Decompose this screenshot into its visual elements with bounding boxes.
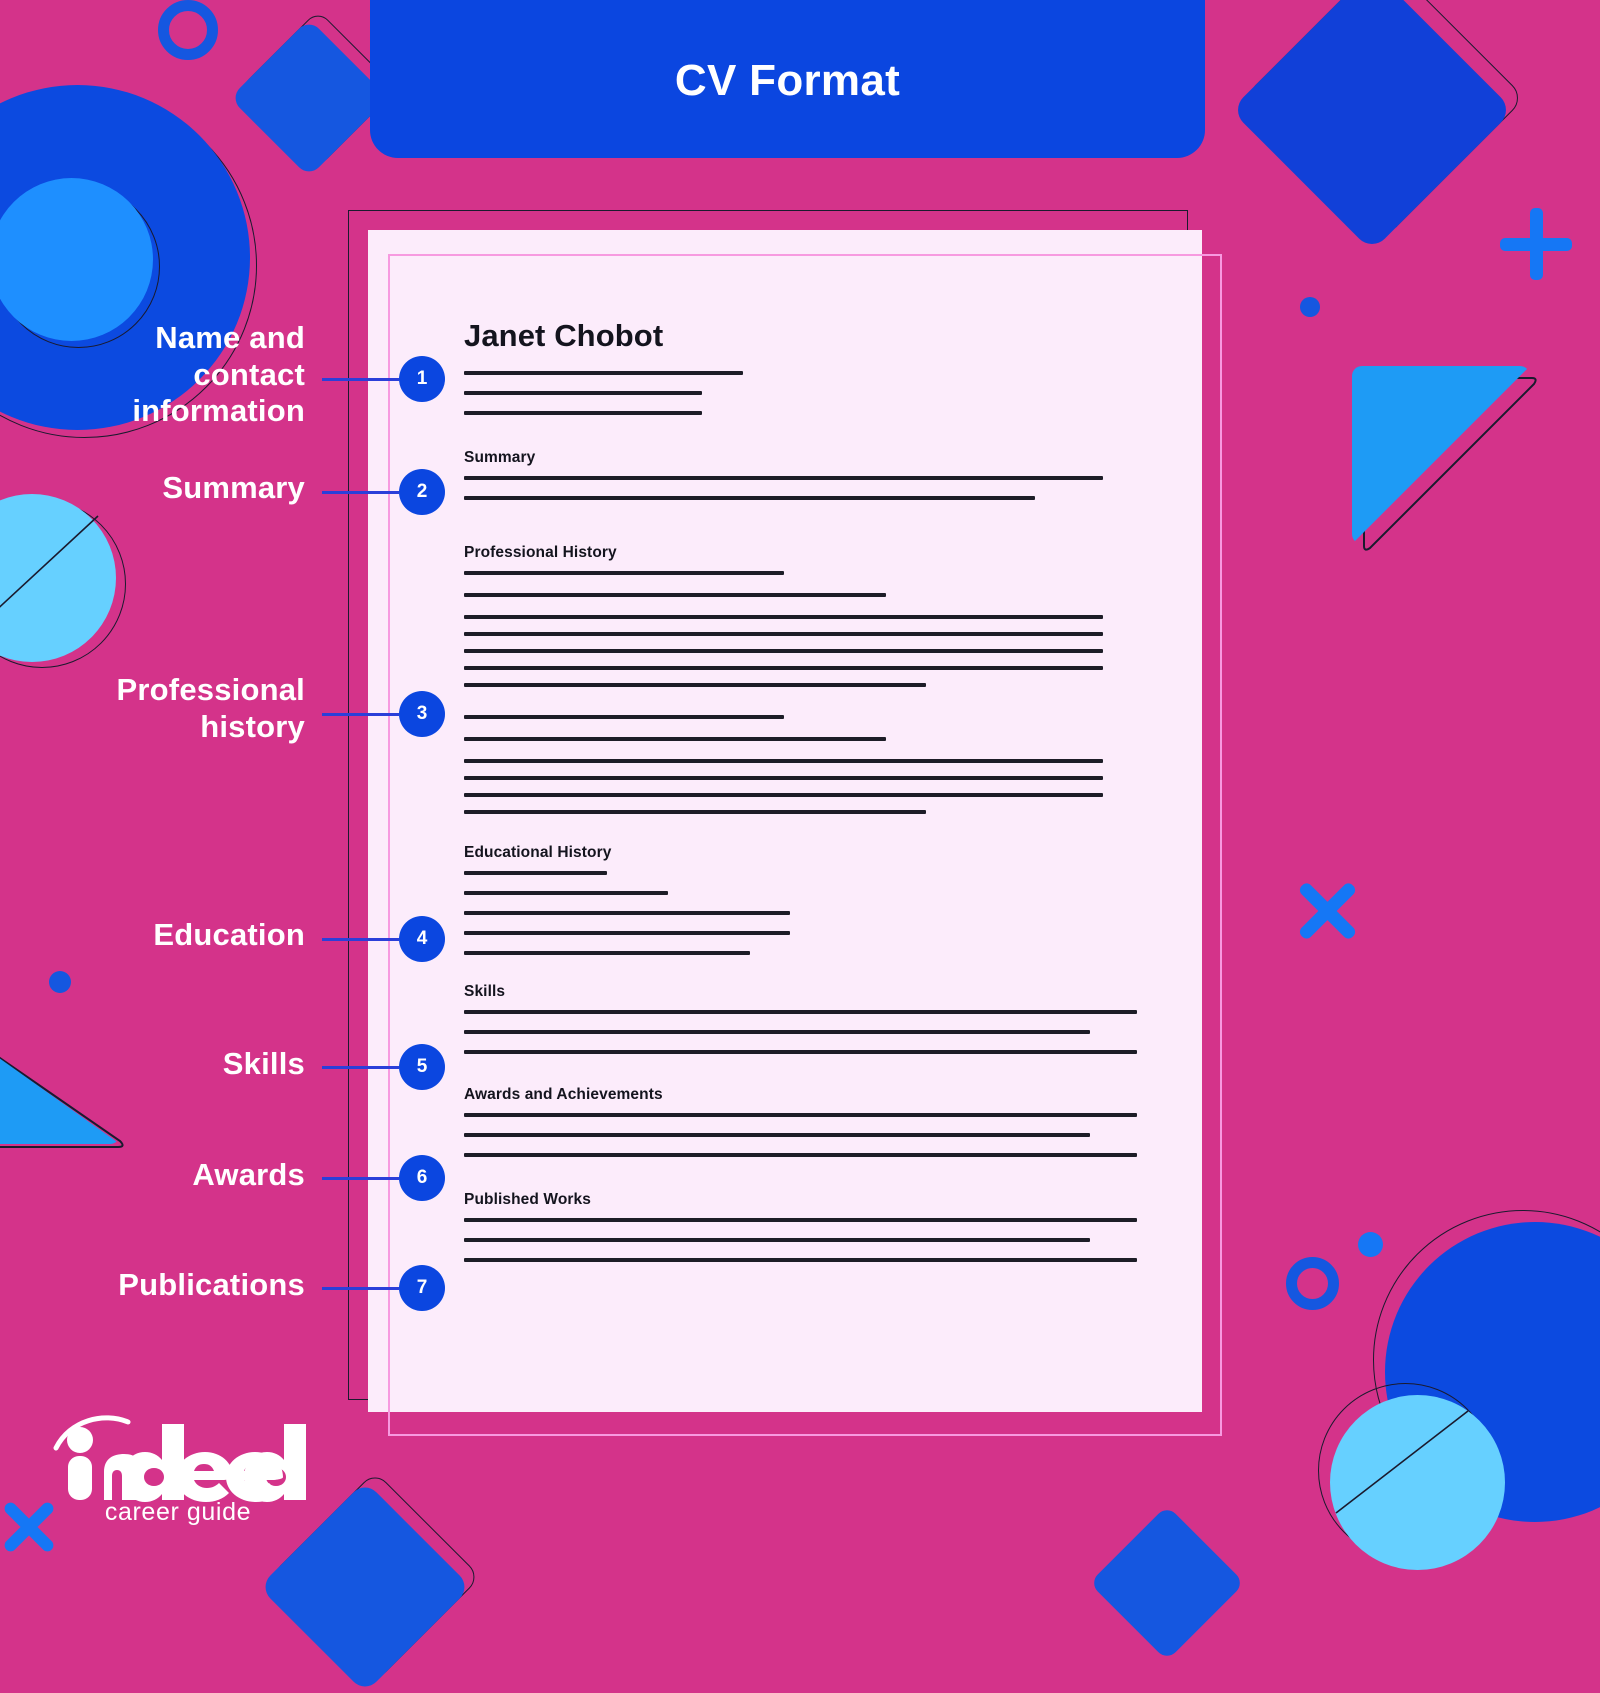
resume-text-line [464, 476, 1104, 480]
resume-section: Professional History [464, 544, 1144, 814]
callout-label-line: Awards [192, 1157, 305, 1192]
resume-text-line [464, 871, 607, 875]
indeed-logo: career guide [48, 1410, 308, 1527]
callout-marker-5: 5 [399, 1044, 445, 1090]
resume-text-line [464, 891, 668, 895]
resume-text-line [464, 391, 702, 395]
callout-label-7: Publications [0, 1267, 305, 1304]
resume-text-line [464, 1218, 1138, 1222]
resume-text-line [464, 371, 743, 375]
resume-text-line [464, 1113, 1138, 1117]
callout-connector-4 [322, 938, 399, 941]
resume-text-line [464, 615, 1104, 619]
callout-label-4: Education [0, 917, 305, 954]
resume-text-line [464, 1238, 1090, 1242]
resume-text-line [464, 666, 1104, 670]
callout-marker-4: 4 [399, 916, 445, 962]
resume-section: Educational History [464, 844, 1144, 955]
callout-label-line: Professional [116, 672, 305, 707]
callout-label-line: Name and [155, 320, 305, 355]
callout-label-line: Education [153, 917, 305, 952]
callout-marker-6: 6 [399, 1155, 445, 1201]
resume-section-heading: Awards and Achievements [464, 1086, 663, 1103]
resume-text-line [464, 951, 750, 955]
resume-section-heading: Professional History [464, 544, 617, 561]
callout-connector-7 [322, 1287, 399, 1290]
callout-marker-3: 3 [399, 691, 445, 737]
callout-label-line: contact [193, 356, 305, 392]
resume-text-line [464, 1153, 1138, 1157]
resume-text-line [464, 496, 1036, 500]
callout-connector-3 [322, 713, 399, 716]
callout-connector-1 [322, 378, 399, 381]
resume-section-heading: Educational History [464, 844, 612, 861]
resume-text-line [464, 931, 791, 935]
resume-text-line [464, 793, 1104, 797]
callout-connector-5 [322, 1066, 399, 1069]
resume-text-line [464, 737, 886, 741]
callout-label-1: Name and contact information [0, 320, 305, 430]
resume-section: Awards and Achievements [464, 1086, 1144, 1157]
resume-section: Janet Chobot [464, 318, 1144, 415]
resume-text-line [464, 632, 1104, 636]
callout-marker-2: 2 [399, 469, 445, 515]
resume-text-line [464, 776, 1104, 780]
callout-label-2: Summary [0, 470, 305, 507]
callout-label-5: Skills [0, 1046, 305, 1083]
logo-tagline: career guide [104, 1498, 252, 1526]
resume-text-line [464, 810, 927, 814]
callout-label-line: Publications [118, 1267, 305, 1302]
resume-section: Skills [464, 983, 1144, 1054]
callout-marker-1: 1 [399, 356, 445, 402]
callout-label-6: Awards [0, 1157, 305, 1194]
callout-label-line: Summary [162, 470, 305, 505]
callout-label-line: information [132, 393, 305, 429]
resume-section-heading: Published Works [464, 1191, 591, 1208]
resume-text-line [464, 1030, 1090, 1034]
resume-text-line [464, 683, 927, 687]
callout-connector-6 [322, 1177, 399, 1180]
resume-text-line [464, 1133, 1090, 1137]
resume-text-line [464, 593, 886, 597]
resume-text-line [464, 715, 784, 719]
resume-content: Janet Chobot Summary Professional History E… [464, 318, 1144, 1262]
callout-marker-7: 7 [399, 1265, 445, 1311]
title-banner: CV Format [370, 0, 1205, 158]
callout-label-line: history [200, 708, 305, 744]
resume-text-line [464, 1258, 1138, 1262]
resume-section-heading: Summary [464, 449, 536, 466]
callout-label-3: Professional history [0, 672, 305, 745]
callout-connector-2 [322, 491, 399, 494]
resume-text-line [464, 649, 1104, 653]
resume-section: Summary [464, 449, 1144, 500]
callout-label-line: Skills [222, 1046, 305, 1081]
resume-name: Janet Chobot [464, 318, 664, 353]
page-title: CV Format [674, 56, 901, 105]
resume-section: Published Works [464, 1191, 1144, 1262]
resume-text-line [464, 911, 791, 915]
resume-text-line [464, 411, 702, 415]
resume-text-line [464, 1050, 1138, 1054]
indeed-wordmark-icon [53, 1415, 306, 1502]
resume-section-heading: Skills [464, 983, 506, 1000]
resume-text-line [464, 759, 1104, 763]
resume-text-line [464, 571, 784, 575]
resume-text-line [464, 1010, 1138, 1014]
